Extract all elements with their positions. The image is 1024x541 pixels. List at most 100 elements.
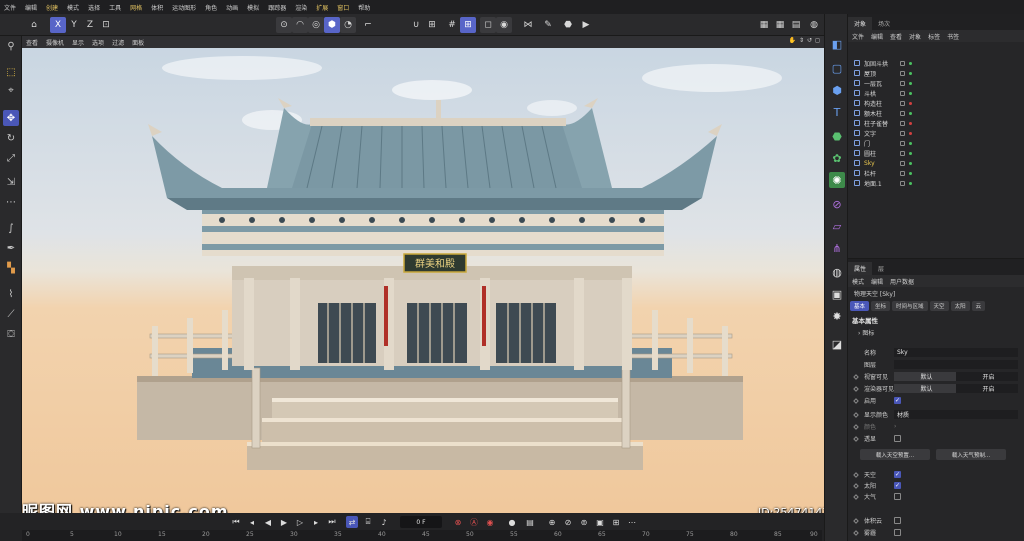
go-start-icon[interactable]: ⏮ [230,516,242,528]
scale-icon[interactable]: ⤢ [3,150,19,166]
object-row[interactable]: 门 [848,138,1024,148]
vp-menu-options[interactable]: 选项 [92,38,104,47]
next-key-icon[interactable]: ▸ [310,516,322,528]
menu-file[interactable]: 文件 [4,3,16,12]
menu-tools[interactable]: 工具 [109,3,121,12]
vp-menu-filter[interactable]: 过滤 [112,38,124,47]
am-menu-mode[interactable]: 模式 [852,277,864,286]
spline-pen-icon[interactable]: ∫ [3,220,19,236]
status-dot-icon[interactable] [909,171,912,175]
status-dot-icon[interactable] [909,91,912,95]
next-frame-icon[interactable]: ▷ [294,516,306,528]
om-menu-file[interactable]: 文件 [852,32,864,41]
attr-tab-sky[interactable]: 天空 [929,301,949,311]
key-scale-icon[interactable]: ⊚ [578,516,590,528]
render-queue-icon[interactable]: ▤ [788,17,804,33]
status-dot-icon[interactable] [909,121,912,125]
box-select-icon[interactable]: ⬚ [3,64,19,80]
menu-animate[interactable]: 动画 [226,3,238,12]
object-row[interactable]: 加固斗拱 [848,58,1024,68]
keyframe-diamond-icon[interactable] [853,435,859,442]
prev-frame-icon[interactable]: ◀ [262,516,274,528]
clapper-render-icon[interactable]: ▦ [756,17,772,33]
status-dot-icon[interactable] [909,111,912,115]
chevron-right-icon[interactable]: › [894,423,896,430]
menu-simulate[interactable]: 模拟 [247,3,259,12]
prev-key-icon[interactable]: ◂ [246,516,258,528]
transform-icon[interactable]: ⇲ [3,174,19,190]
am-menu-edit[interactable]: 编辑 [871,277,883,286]
xray-checkbox[interactable] [894,435,901,442]
undo-icon[interactable]: ⌂ [26,17,42,33]
axis-x-button[interactable]: X [50,17,66,33]
object-row[interactable]: 地面.1 [848,178,1024,188]
status-dot-icon[interactable] [909,81,912,85]
snap-icon[interactable]: ⌐ [360,17,376,33]
object-row[interactable]: 一层瓦 [848,78,1024,88]
attr-tab-time-location[interactable]: 时间与区域 [892,301,928,311]
magnet-icon[interactable]: ∪ [408,17,424,33]
load-sky-preset-button[interactable]: 载入天空预置... [860,449,930,460]
spline-icon[interactable]: ⊘ [829,196,845,212]
editor-visible-default[interactable]: 默认 [894,372,956,381]
vp-menu-panel[interactable]: 面板 [132,38,144,47]
environment-icon[interactable]: ◍ [829,264,845,280]
key-mode-icon[interactable]: ● [506,516,518,528]
generator-icon[interactable]: ⬢ [829,82,845,98]
cube-primitive-icon[interactable]: ◧ [829,36,845,52]
keyframe-diamond-icon[interactable] [853,529,859,536]
workplane-icon[interactable]: ⊞ [460,17,476,33]
vp-menu-view[interactable]: 查看 [26,38,38,47]
display-color-select[interactable]: 材质 [894,410,1018,419]
visibility-toggle[interactable] [900,130,905,136]
record-icon[interactable]: ⊗ [452,516,464,528]
attr-tab-coord[interactable]: 坐标 [871,301,891,311]
object-row[interactable]: 文字 [848,128,1024,138]
attr-tab-basic[interactable]: 基本 [850,301,870,311]
sweep-icon[interactable]: ▱ [829,218,845,234]
play-icon[interactable]: ▶ [278,516,290,528]
object-row[interactable]: 构造柱 [848,98,1024,108]
menu-help[interactable]: 帮助 [358,3,370,12]
om-menu-edit[interactable]: 编辑 [871,32,883,41]
keyframe-diamond-icon[interactable] [853,411,859,418]
status-dot-icon[interactable] [909,61,912,65]
render-region-icon[interactable]: ◻ [480,17,496,33]
orbit-icon[interactable]: ↺ [807,37,812,44]
status-dot-icon[interactable] [909,151,912,155]
render-view-icon[interactable]: ◉ [496,17,512,33]
render-settings-icon[interactable]: ⬣ [560,17,576,33]
polygons-mode-icon[interactable]: ◎ [308,17,324,33]
materials-icon[interactable]: ▚ [3,260,19,276]
key-grid-icon[interactable]: ⋯ [626,516,638,528]
light-icon[interactable]: ✸ [829,308,845,324]
paint-bucket-icon[interactable]: ⛋ [3,326,19,342]
grid-snap-icon[interactable]: # [444,17,460,33]
axis-tool-icon[interactable]: ⋯ [3,194,19,210]
visibility-toggle[interactable] [900,180,905,186]
zoom-icon[interactable]: ⚲ [3,38,19,54]
visibility-toggle[interactable] [900,160,905,166]
attr-tab-clouds[interactable]: 云 [971,301,986,311]
texture-mode-icon[interactable]: ◔ [340,17,356,33]
visibility-toggle[interactable] [900,80,905,86]
layer-field[interactable] [894,360,1018,369]
deformer-icon[interactable]: ⬣ [829,128,845,144]
object-row[interactable]: 屋顶 [848,68,1024,78]
fps-icon[interactable]: ⌸ [362,516,374,528]
visibility-toggle[interactable] [900,140,905,146]
menu-mode[interactable]: 模式 [67,3,79,12]
keyframe-diamond-icon[interactable] [853,397,859,404]
coord-system-icon[interactable]: ⊡ [98,17,114,33]
lock-icon[interactable]: ⊞ [424,17,440,33]
object-row[interactable]: 斗栱 [848,88,1024,98]
tab-attributes[interactable]: 属性 [848,262,873,275]
status-dot-icon[interactable] [909,141,912,145]
object-row[interactable]: Sky [848,158,1024,168]
paint-icon[interactable]: ✎ [540,17,556,33]
model-mode-icon[interactable]: ⬢ [324,17,340,33]
menu-tracker[interactable]: 跟踪器 [268,3,286,12]
visibility-toggle[interactable] [900,120,905,126]
vp-menu-camera[interactable]: 摄像机 [46,38,64,47]
vp-menu-display[interactable]: 显示 [72,38,84,47]
